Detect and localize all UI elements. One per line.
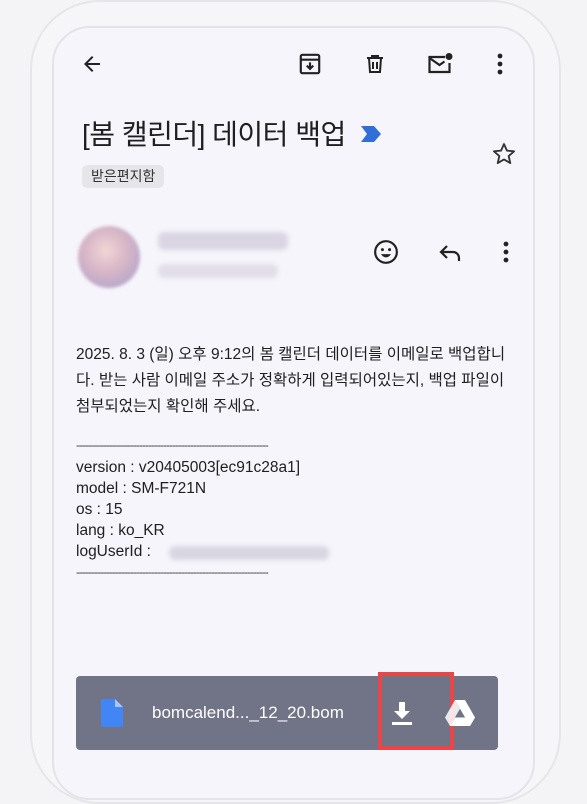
email-screen: [봄 캘린더] 데이터 백업 받은편지함 2025. 8. 3 (일) 오후 9…	[52, 26, 535, 800]
star-icon[interactable]	[488, 138, 520, 170]
divider-line: ----------------------------------------…	[76, 565, 269, 579]
mail-unread-icon[interactable]	[423, 47, 457, 81]
meta-log-user-id: logUserId :	[76, 543, 151, 560]
divider-line: ----------------------------------------…	[76, 438, 269, 452]
meta-os: os : 15	[76, 501, 123, 518]
attachment-card[interactable]: bomcalend..._12_20.bom	[76, 672, 498, 750]
attachment-filename[interactable]: bomcalend..._12_20.bom	[152, 703, 356, 723]
log-user-id-value	[169, 546, 329, 560]
more-vert-icon[interactable]	[484, 48, 516, 80]
avatar[interactable]	[78, 226, 140, 288]
top-app-bar	[54, 28, 533, 98]
file-icon	[98, 699, 126, 727]
meta-version: version : v20405003[ec91c28a1]	[76, 459, 301, 476]
sender-name	[158, 232, 288, 250]
email-body: 2025. 8. 3 (일) 오후 9:12의 봄 캘린더 데이터를 이메일로 …	[76, 346, 506, 415]
meta-lang: lang : ko_KR	[76, 522, 165, 539]
sender-detail	[158, 264, 278, 278]
email-subject: [봄 캘린더] 데이터 백업	[82, 113, 383, 153]
subject-text: [봄 캘린더] 데이터 백업	[82, 119, 346, 150]
important-marker-icon[interactable]	[359, 118, 383, 150]
arrow-left-icon[interactable]	[76, 48, 108, 80]
meta-model: model : SM-F721N	[76, 480, 207, 497]
archive-icon[interactable]	[294, 48, 326, 80]
drive-icon[interactable]	[442, 695, 478, 731]
reply-icon[interactable]	[434, 236, 466, 268]
trash-icon[interactable]	[359, 48, 391, 80]
more-vert-icon[interactable]	[490, 236, 522, 268]
download-icon[interactable]	[382, 694, 422, 734]
inbox-label[interactable]: 받은편지함	[82, 165, 165, 188]
emoji-icon[interactable]	[370, 236, 402, 268]
